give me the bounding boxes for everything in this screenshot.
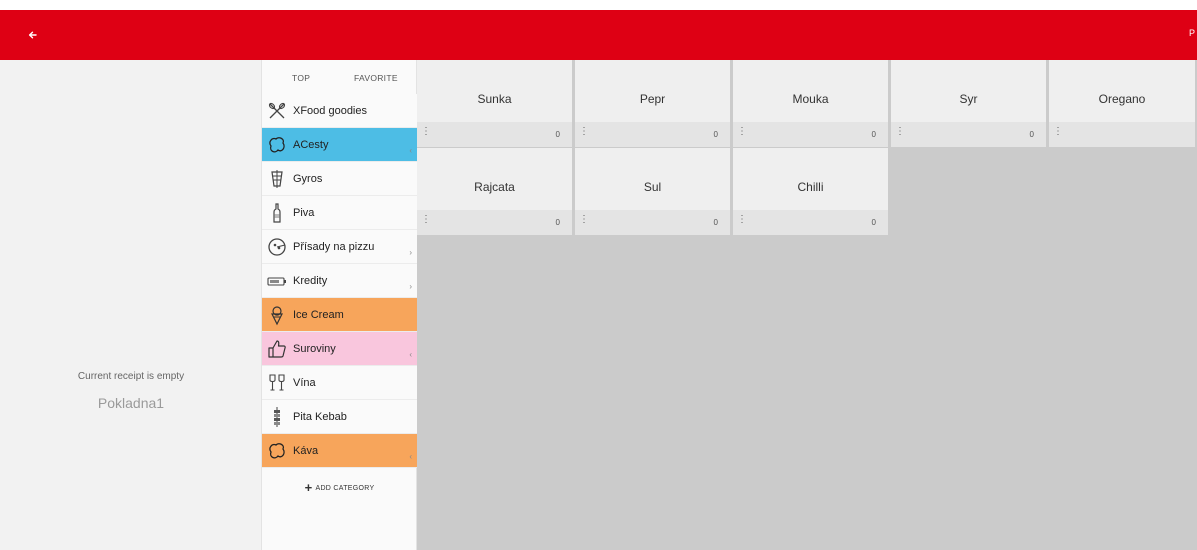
category-list: XFood goodies ACesty ‹ Gyros Piva Přísad… [262, 94, 417, 468]
product-tile-syr[interactable]: Syr ⋮ 0 [891, 60, 1048, 147]
add-category-button[interactable]: + ADD CATEGORY [262, 480, 417, 495]
bottle-icon [265, 201, 289, 225]
category-arrow: ‹ [409, 146, 412, 155]
product-tile-footer: ⋮ 0 [891, 122, 1046, 147]
category-item-kredity[interactable]: Kredity › [262, 264, 417, 298]
cutlery-icon [265, 99, 289, 123]
product-name: Sul [643, 180, 662, 194]
thumbs-up-icon [265, 337, 289, 361]
kebab-icon [265, 405, 289, 429]
add-category-label: ADD CATEGORY [315, 485, 375, 492]
more-vert-icon[interactable]: ⋮ [737, 215, 747, 225]
category-item-acesty[interactable]: ACesty ‹ [262, 128, 417, 162]
tab-favorite[interactable]: FAVORITE [354, 73, 398, 83]
product-quantity: 0 [555, 130, 560, 139]
category-tabs: TOP FAVORITE [262, 60, 416, 94]
product-tile-oregano[interactable]: Oregano ⋮ [1049, 60, 1197, 147]
receipt-empty-text: Current receipt is empty [77, 371, 185, 382]
category-label: Přísady na pizzu [293, 240, 375, 253]
category-arrow: ‹ [409, 452, 412, 461]
more-vert-icon[interactable]: ⋮ [579, 215, 589, 225]
receipt-panel: Current receipt is empty Pokladna1 [0, 60, 262, 550]
battery-icon [265, 269, 289, 293]
category-item-xfood-goodies[interactable]: XFood goodies [262, 94, 417, 128]
product-quantity: 0 [871, 130, 876, 139]
product-tile-footer: ⋮ 0 [575, 210, 730, 235]
product-name: Pepr [639, 92, 666, 106]
category-arrow: › [409, 282, 412, 291]
product-name: Sunka [477, 92, 512, 106]
wine-glasses-icon [265, 371, 289, 395]
more-vert-icon[interactable]: ⋮ [737, 127, 747, 137]
product-tile-sul[interactable]: Sul ⋮ 0 [575, 148, 732, 235]
category-item-gyros[interactable]: Gyros [262, 162, 417, 196]
product-tile-sunka[interactable]: Sunka ⋮ 0 [417, 60, 574, 147]
more-vert-icon[interactable]: ⋮ [421, 215, 431, 225]
more-vert-icon[interactable]: ⋮ [579, 127, 589, 137]
arrow-left-icon [28, 31, 37, 39]
category-item-prisady-na-pizzu[interactable]: Přísady na pizzu › [262, 230, 417, 264]
product-tile-pepr[interactable]: Pepr ⋮ 0 [575, 60, 732, 147]
gyros-icon [265, 167, 289, 191]
topbar-right-text[interactable]: P [1189, 28, 1197, 38]
category-label: Káva [293, 444, 319, 457]
category-item-vina[interactable]: Vína [262, 366, 417, 400]
category-label: Kredity [293, 274, 328, 287]
more-vert-icon[interactable]: ⋮ [895, 127, 905, 137]
category-label: Ice Cream [293, 308, 344, 321]
category-label: Piva [293, 206, 315, 219]
category-item-piva[interactable]: Piva [262, 196, 417, 230]
back-button[interactable] [22, 24, 44, 46]
product-tile-footer: ⋮ 0 [417, 122, 572, 147]
product-tile-mouka[interactable]: Mouka ⋮ 0 [733, 60, 890, 147]
category-arrow: › [409, 248, 412, 257]
product-tile-footer: ⋮ 0 [575, 122, 730, 147]
product-quantity: 0 [871, 218, 876, 227]
more-vert-icon[interactable]: ⋮ [1053, 127, 1063, 137]
more-vert-icon[interactable]: ⋮ [421, 127, 431, 137]
product-quantity: 0 [555, 218, 560, 227]
category-item-ice-cream[interactable]: Ice Cream [262, 298, 417, 332]
tab-top[interactable]: TOP [292, 73, 310, 83]
ice-cream-icon [265, 303, 289, 327]
category-label: XFood goodies [293, 104, 367, 117]
product-quantity: 0 [713, 218, 718, 227]
product-tile-footer: ⋮ 0 [733, 122, 888, 147]
category-label: Suroviny [293, 342, 336, 355]
product-tile-chilli[interactable]: Chilli ⋮ 0 [733, 148, 890, 235]
category-label: Pita Kebab [293, 410, 347, 423]
product-quantity: 0 [713, 130, 718, 139]
category-arrow: ‹ [409, 350, 412, 359]
product-grid: Sunka ⋮ 0 Pepr ⋮ 0 Mouka ⋮ 0 Syr ⋮ 0 Ore… [417, 60, 1197, 550]
category-item-pita-kebab[interactable]: Pita Kebab [262, 400, 417, 434]
category-label: Gyros [293, 172, 323, 185]
top-app-bar: P [0, 10, 1197, 60]
category-label: Vína [293, 376, 316, 389]
category-item-suroviny[interactable]: Suroviny ‹ [262, 332, 417, 366]
register-name: Pokladna1 [97, 395, 165, 411]
product-name: Oregano [1098, 92, 1146, 106]
product-quantity: 0 [1029, 130, 1034, 139]
product-tile-footer: ⋮ [1049, 122, 1195, 147]
product-name: Chilli [797, 180, 824, 194]
product-tile-footer: ⋮ 0 [733, 210, 888, 235]
product-name: Syr [959, 92, 978, 106]
product-tile-rajcata[interactable]: Rajcata ⋮ 0 [417, 148, 574, 235]
pizza-icon [265, 235, 289, 259]
food-blob-icon [265, 439, 289, 463]
category-item-kava[interactable]: Káva ‹ [262, 434, 417, 468]
plus-icon: + [304, 480, 313, 495]
food-blob-icon [265, 133, 289, 157]
product-tile-footer: ⋮ 0 [417, 210, 572, 235]
product-name: Rajcata [474, 180, 515, 194]
category-panel: TOP FAVORITE XFood goodies ACesty ‹ Gyro… [262, 60, 417, 550]
product-name: Mouka [792, 92, 829, 106]
category-label: ACesty [293, 138, 329, 151]
